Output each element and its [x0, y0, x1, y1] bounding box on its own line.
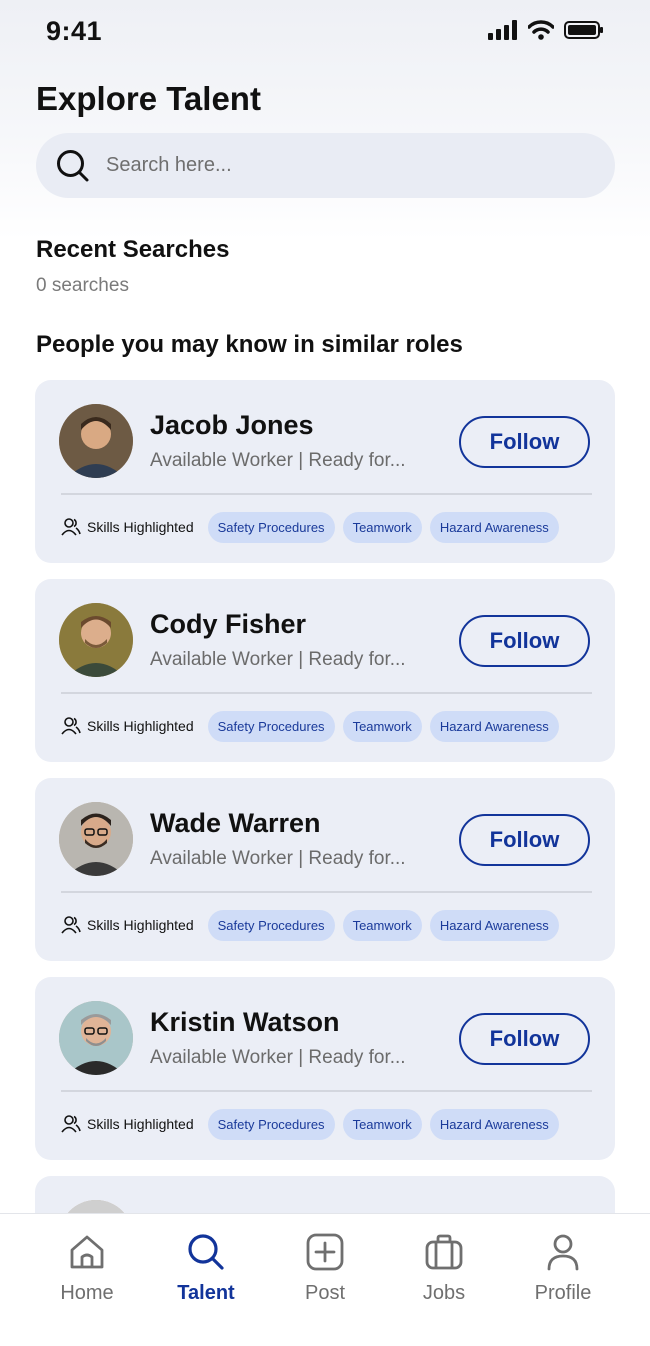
user-icon: [547, 1234, 579, 1271]
battery-icon: [564, 21, 603, 39]
skill-tag[interactable]: Safety Procedures: [207, 1108, 335, 1140]
search-icon: [188, 1234, 224, 1270]
nav-label-profile: Profile: [534, 1282, 592, 1304]
person-status: Available Worker | Ready for...: [150, 649, 406, 670]
card-divider: [61, 692, 592, 694]
skill-tag[interactable]: Hazard Awareness: [429, 710, 559, 742]
avatar: [59, 802, 133, 876]
skills-label: Skills Highlighted: [61, 1115, 194, 1133]
nav-label-talent: Talent: [177, 1282, 235, 1304]
skills-label-text: Skills Highlighted: [87, 917, 194, 933]
person-card[interactable]: Kristin Watson Available Worker | Ready …: [35, 977, 615, 1160]
person-status: Available Worker | Ready for...: [150, 450, 406, 471]
skills-label: Skills Highlighted: [61, 717, 194, 735]
skill-tag[interactable]: Teamwork: [342, 710, 422, 742]
nav-item-home[interactable]: Home: [28, 1232, 146, 1346]
skills-label-text: Skills Highlighted: [87, 519, 194, 535]
avatar: [59, 603, 133, 677]
person-card[interactable]: Wade Warren Available Worker | Ready for…: [35, 778, 615, 961]
search-icon: [57, 149, 89, 181]
person-name: Wade Warren: [150, 808, 321, 838]
skills-row: Skills Highlighted Safety Procedures Tea…: [61, 511, 596, 543]
people-section-title: People you may know in similar roles: [36, 331, 463, 358]
users-icon: [61, 916, 81, 934]
nav-label-post: Post: [304, 1282, 346, 1304]
person-name: Cody Fisher: [150, 609, 307, 639]
skill-tag[interactable]: Hazard Awareness: [429, 511, 559, 543]
recent-searches-count: 0 searches: [36, 275, 129, 296]
nav-item-post[interactable]: Post: [266, 1232, 384, 1346]
skills-row: Skills Highlighted Safety Procedures Tea…: [61, 909, 596, 941]
signal-icon: [488, 20, 517, 40]
briefcase-icon: [425, 1234, 463, 1270]
skills-row: Skills Highlighted Safety Procedures Tea…: [61, 710, 596, 742]
skill-tag[interactable]: Hazard Awareness: [429, 1108, 559, 1140]
card-divider: [61, 1090, 592, 1092]
card-divider: [61, 493, 592, 495]
status-bar: 9:41: [0, 0, 650, 64]
nav-label-jobs: Jobs: [422, 1282, 466, 1304]
person-card[interactable]: Jacob Jones Available Worker | Ready for…: [35, 380, 615, 563]
follow-button[interactable]: Follow: [459, 814, 590, 866]
nav-item-profile[interactable]: Profile: [504, 1232, 622, 1346]
skills-label-text: Skills Highlighted: [87, 718, 194, 734]
skill-tag[interactable]: Safety Procedures: [207, 511, 335, 543]
search-bar[interactable]: [36, 133, 615, 198]
users-icon: [61, 1115, 81, 1133]
person-status: Available Worker | Ready for...: [150, 848, 406, 869]
skills-label-text: Skills Highlighted: [87, 1116, 194, 1132]
skill-tag[interactable]: Teamwork: [342, 1108, 422, 1140]
skill-tag[interactable]: Safety Procedures: [207, 710, 335, 742]
person-name: Kristin Watson: [150, 1007, 340, 1037]
nav-item-jobs[interactable]: Jobs: [385, 1232, 503, 1346]
wifi-icon: [528, 20, 554, 40]
skills-label: Skills Highlighted: [61, 518, 194, 536]
skill-tag[interactable]: Safety Procedures: [207, 909, 335, 941]
nav-item-talent[interactable]: Talent: [147, 1232, 265, 1346]
users-icon: [61, 717, 81, 735]
status-time: 9:41: [46, 16, 103, 46]
status-icons: [488, 20, 604, 40]
follow-button[interactable]: Follow: [459, 416, 590, 468]
follow-button[interactable]: Follow: [459, 1013, 590, 1065]
person-card[interactable]: Cody Fisher Available Worker | Ready for…: [35, 579, 615, 762]
person-status: Available Worker | Ready for...: [150, 1047, 406, 1068]
skill-tag[interactable]: Teamwork: [342, 511, 422, 543]
nav-label-home: Home: [60, 1282, 114, 1304]
bottom-nav: Home Talent Post Jobs Profile: [0, 1213, 650, 1346]
home-icon: [70, 1235, 104, 1269]
skills-label: Skills Highlighted: [61, 916, 194, 934]
skill-tag[interactable]: Teamwork: [342, 909, 422, 941]
person-name: Jacob Jones: [150, 410, 314, 440]
follow-button[interactable]: Follow: [459, 615, 590, 667]
card-divider: [61, 891, 592, 893]
plus-square-icon: [306, 1233, 344, 1271]
avatar: [59, 404, 133, 478]
recent-searches-title: Recent Searches: [36, 236, 230, 263]
search-input[interactable]: [106, 154, 576, 177]
page-title: Explore Talent: [36, 80, 261, 117]
avatar: [59, 1001, 133, 1075]
skills-row: Skills Highlighted Safety Procedures Tea…: [61, 1108, 596, 1140]
users-icon: [61, 518, 81, 536]
skill-tag[interactable]: Hazard Awareness: [429, 909, 559, 941]
